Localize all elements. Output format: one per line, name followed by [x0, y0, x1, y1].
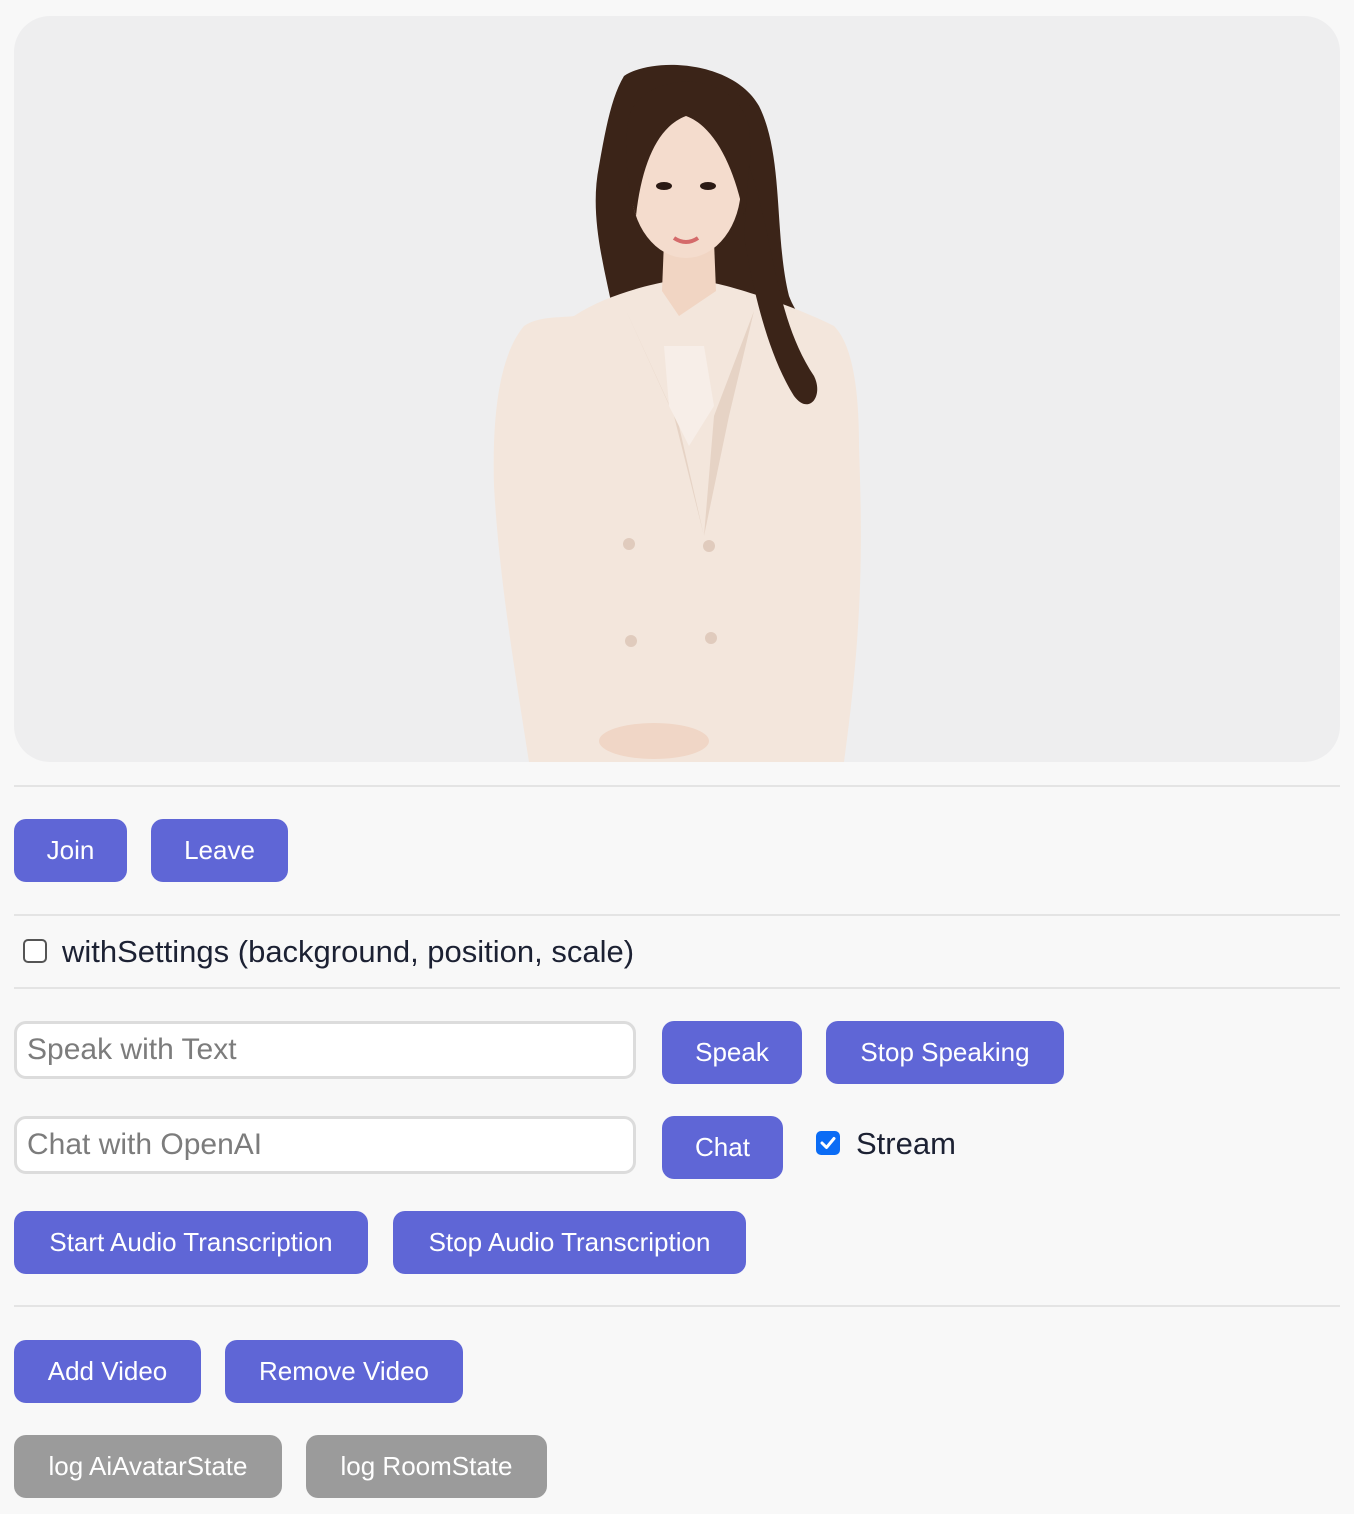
stop-speaking-button[interactable]: Stop Speaking — [826, 1021, 1064, 1084]
log-aiavatar-state-button[interactable]: log AiAvatarState — [14, 1435, 282, 1498]
chat-text-input[interactable] — [14, 1116, 636, 1174]
stream-label: Stream — [856, 1126, 956, 1161]
avatar-figure — [493, 64, 861, 762]
with-settings-checkbox[interactable] — [23, 939, 47, 963]
avatar-video-panel — [14, 16, 1340, 762]
stop-audio-transcription-button[interactable]: Stop Audio Transcription — [393, 1211, 746, 1274]
divider — [14, 987, 1340, 989]
speak-button[interactable]: Speak — [662, 1021, 802, 1084]
add-video-button[interactable]: Add Video — [14, 1340, 201, 1403]
divider — [14, 1305, 1340, 1307]
speak-text-input[interactable] — [14, 1021, 636, 1079]
join-button[interactable]: Join — [14, 819, 127, 882]
remove-video-button[interactable]: Remove Video — [225, 1340, 463, 1403]
divider — [14, 785, 1340, 787]
chat-button[interactable]: Chat — [662, 1116, 783, 1179]
with-settings-label: withSettings (background, position, scal… — [62, 934, 635, 969]
log-room-state-button[interactable]: log RoomState — [306, 1435, 547, 1498]
leave-button[interactable]: Leave — [151, 819, 288, 882]
stream-checkbox[interactable] — [816, 1131, 840, 1155]
start-audio-transcription-button[interactable]: Start Audio Transcription — [14, 1211, 368, 1274]
checkmark-icon — [820, 1137, 836, 1149]
divider — [14, 914, 1340, 916]
